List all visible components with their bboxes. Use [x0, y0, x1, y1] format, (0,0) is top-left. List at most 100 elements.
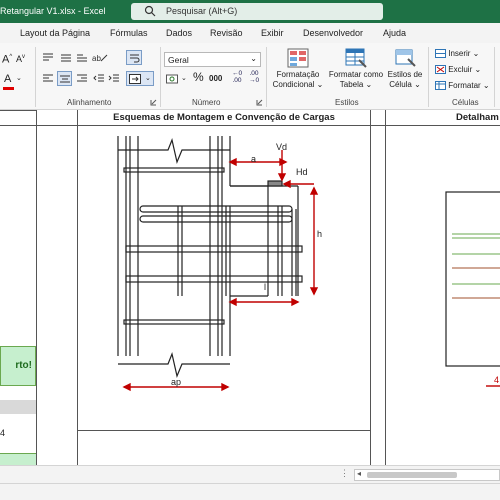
- sheet-tab-bar: ⋮ ◂: [0, 465, 500, 483]
- dialog-launcher-icon[interactable]: [150, 99, 157, 106]
- insert-cells-button[interactable]: Inserir ⌄: [435, 49, 479, 59]
- increase-decimal-button[interactable]: ←0 .00: [230, 70, 244, 84]
- row-border: [77, 430, 370, 431]
- detail-preview: [445, 191, 500, 387]
- cell-styles-label-2: Célula ⌄: [389, 80, 421, 89]
- align-center-button[interactable]: [57, 71, 72, 86]
- align-center-icon: [60, 75, 70, 83]
- insert-cells-label: Inserir ⌄: [448, 49, 480, 58]
- align-middle-icon[interactable]: [60, 52, 72, 63]
- font-color-dropdown[interactable]: ⌄: [16, 74, 22, 84]
- dimension-label-h: h: [317, 229, 323, 239]
- assembly-diagram: [117, 136, 319, 392]
- separator: [160, 47, 161, 107]
- horizontal-scrollbar[interactable]: ◂: [354, 469, 500, 481]
- tab-data[interactable]: Dados: [166, 28, 192, 38]
- detail-dimension-label: 4: [494, 375, 500, 385]
- tab-review[interactable]: Revisão: [210, 28, 243, 38]
- font-color-label: A: [4, 73, 12, 85]
- format-cells-label: Formatar ⌄: [448, 81, 490, 90]
- dimension-label-ap: ap: [171, 377, 182, 387]
- left-cell-value: 4: [0, 428, 6, 438]
- font-color-button[interactable]: A: [4, 73, 12, 85]
- separator: [494, 47, 495, 107]
- decrease-indent-icon[interactable]: [93, 73, 105, 84]
- align-top-icon[interactable]: [42, 52, 54, 63]
- conditional-formatting-label-1: Formatação: [276, 70, 320, 79]
- font-color-swatch: [3, 87, 14, 90]
- orientation-icon[interactable]: ab: [92, 52, 108, 63]
- conditional-formatting-label-2: Condicional ⌄: [272, 80, 324, 89]
- decrease-font-button[interactable]: Av: [16, 52, 25, 64]
- tab-view[interactable]: Exibir: [261, 28, 284, 38]
- wrap-text-icon: [130, 54, 140, 63]
- increase-indent-icon[interactable]: [108, 73, 120, 84]
- tab-developer[interactable]: Desenvolvedor: [303, 28, 363, 38]
- currency-dropdown[interactable]: ⌄: [181, 74, 187, 84]
- cells-group-label: Células: [452, 98, 479, 107]
- ribbon-tabs: Layout da Página Fórmulas Dados Revisão …: [0, 23, 500, 43]
- dialog-launcher-icon[interactable]: [256, 99, 263, 106]
- column-border: [370, 110, 371, 465]
- conditional-formatting-button[interactable]: Formatação Condicional ⌄: [270, 48, 326, 90]
- load-label-hd: Hd: [296, 167, 308, 177]
- delete-cells-button[interactable]: Excluir ⌄: [435, 65, 481, 75]
- search-icon: [144, 5, 156, 17]
- tab-page-layout[interactable]: Layout da Página: [20, 28, 90, 38]
- ribbon: A^ Av A ⌄ ab ⌄ Alinhamento Geral ⌄ ⌄ % 0…: [0, 43, 500, 110]
- worksheet[interactable]: Esquemas de Montagem e Convenção de Carg…: [0, 110, 500, 465]
- delete-cells-icon: [435, 65, 446, 75]
- chevron-down-icon: ⌄: [250, 54, 257, 63]
- scrollbar-thumb[interactable]: [367, 472, 457, 478]
- column-border: [36, 110, 37, 465]
- separator: [266, 47, 267, 107]
- status-cell[interactable]: rto!: [0, 346, 36, 386]
- row-border: [0, 110, 36, 111]
- number-format-value: Geral: [168, 55, 189, 65]
- title-bar: Retangular V1.xlsx - Excel Pesquisar (Al…: [0, 0, 500, 23]
- cell-styles-label-1: Estilos de: [387, 70, 423, 79]
- search-box[interactable]: Pesquisar (Alt+G): [131, 3, 383, 20]
- status-bar: [0, 483, 500, 500]
- currency-icon[interactable]: [166, 73, 180, 86]
- decrease-decimal-button[interactable]: .00 →0: [247, 70, 261, 84]
- tab-formulas[interactable]: Fórmulas: [110, 28, 148, 38]
- green-cell-lower: [0, 453, 36, 465]
- merge-center-button[interactable]: ⌄: [126, 71, 154, 86]
- increase-font-button[interactable]: A^: [2, 52, 12, 65]
- tab-help[interactable]: Ajuda: [383, 28, 406, 38]
- format-cells-button[interactable]: Formatar ⌄: [435, 81, 490, 91]
- separator: [428, 47, 429, 107]
- section-header-detail: Detalham: [456, 112, 499, 123]
- separator: [35, 47, 36, 107]
- document-title: Retangular V1.xlsx - Excel: [0, 6, 106, 16]
- format-table-label-2: Tabela ⌄: [339, 80, 373, 89]
- format-as-table-button[interactable]: Formatar como Tabela ⌄: [327, 48, 385, 90]
- wrap-text-button[interactable]: [126, 50, 142, 65]
- number-group-label: Número: [192, 98, 221, 107]
- align-left-icon[interactable]: [42, 73, 54, 84]
- number-format-select[interactable]: Geral ⌄: [164, 52, 261, 67]
- delete-cells-label: Excluir ⌄: [448, 65, 482, 74]
- align-right-icon[interactable]: [76, 73, 88, 84]
- alignment-group-label: Alinhamento: [67, 98, 112, 107]
- format-table-icon: [345, 48, 367, 68]
- grey-cell: [0, 400, 36, 414]
- dimension-label-l: l: [264, 282, 266, 292]
- merge-cells-icon: [129, 74, 141, 84]
- styles-group-label: Estilos: [335, 98, 359, 107]
- section-header-diagrams: Esquemas de Montagem e Convenção de Carg…: [113, 112, 335, 123]
- svg-text:ab: ab: [92, 54, 101, 63]
- align-bottom-icon[interactable]: [76, 52, 88, 63]
- format-table-label-1: Formatar como: [328, 70, 384, 79]
- cell-styles-icon: [395, 49, 416, 67]
- scroll-left-icon[interactable]: ◂: [357, 469, 361, 478]
- thousands-button[interactable]: 000: [209, 74, 222, 84]
- dimension-label-a: a: [251, 154, 257, 164]
- conditional-formatting-icon: [287, 48, 309, 68]
- more-options-icon[interactable]: ⋮: [340, 468, 349, 479]
- cell-styles-button[interactable]: Estilos de Célula ⌄: [385, 48, 425, 90]
- percent-button[interactable]: %: [193, 71, 204, 83]
- load-label-vd: Vd: [276, 142, 288, 152]
- format-cells-icon: [435, 81, 446, 91]
